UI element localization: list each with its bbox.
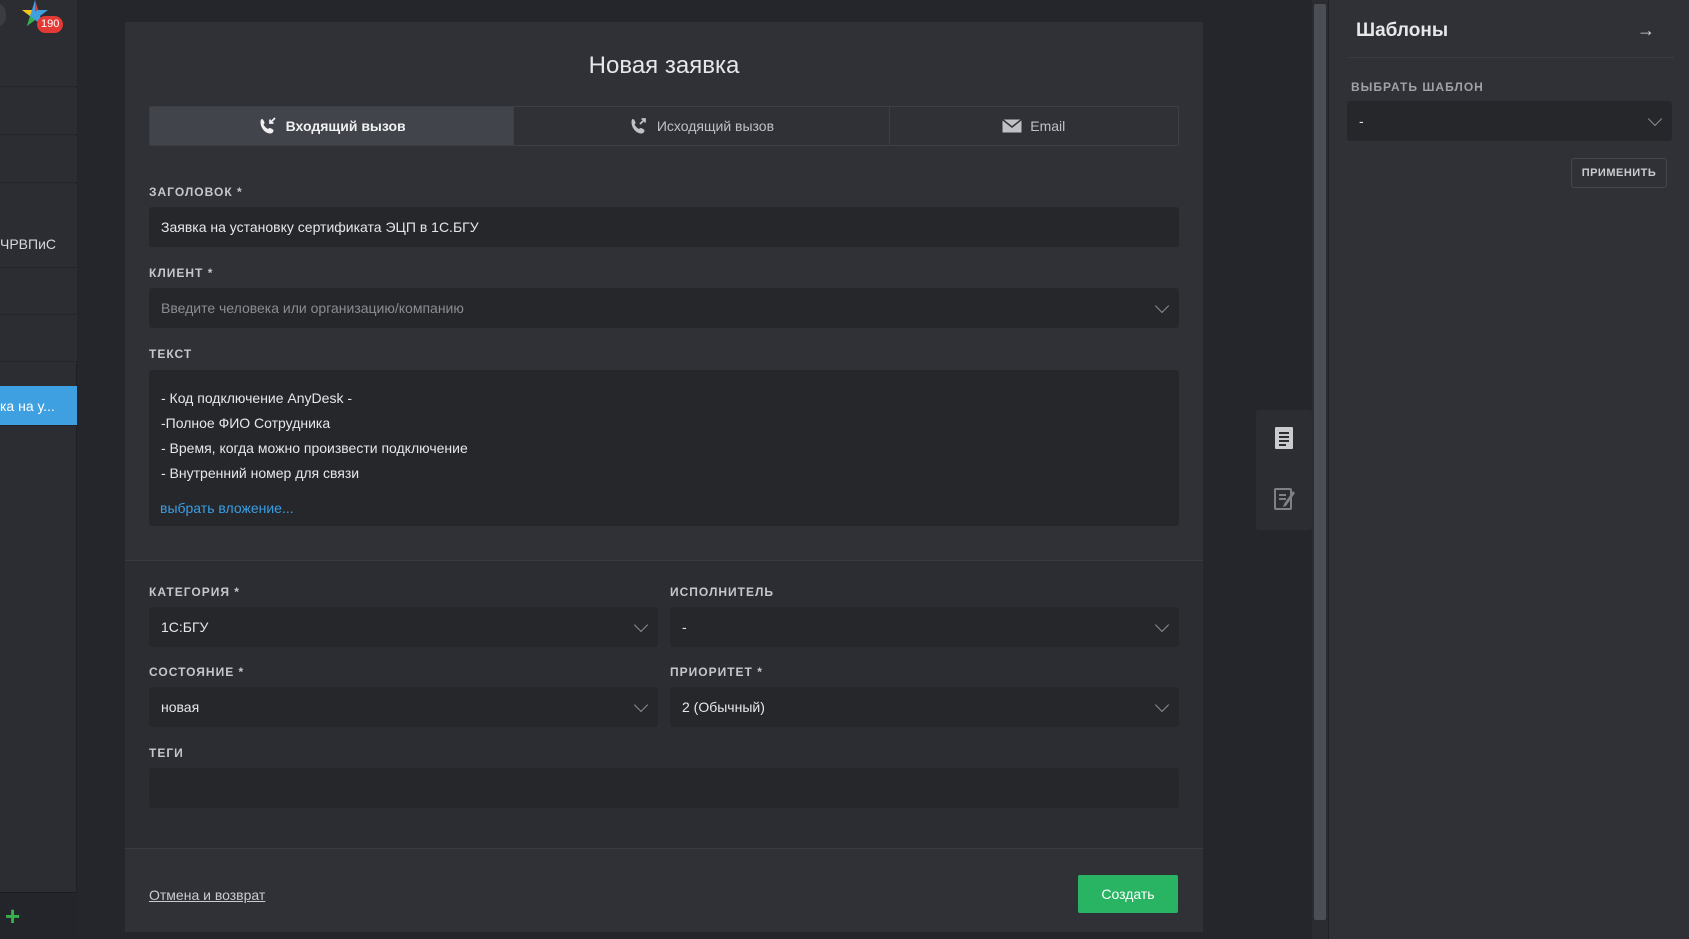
chevron-down-icon xyxy=(1154,298,1170,314)
arrow-right-icon[interactable]: → xyxy=(1637,20,1655,41)
scrollbar[interactable] xyxy=(1312,0,1328,939)
assignee-label: ИСПОЛНИТЕЛЬ xyxy=(670,585,775,599)
phone-incoming-icon xyxy=(260,117,276,134)
channel-tabs: Входящий вызов Исходящий вызов Email xyxy=(149,106,1179,146)
text-line: - Внутренний номер для связи xyxy=(161,465,360,481)
tab-incoming-call[interactable]: Входящий вызов xyxy=(150,107,515,145)
tab-email-label: Email xyxy=(1030,118,1066,134)
assignee-select[interactable]: - xyxy=(670,607,1179,647)
nav-item[interactable] xyxy=(0,40,77,87)
document-icon[interactable] xyxy=(1271,425,1297,451)
title-input-value: Заявка на установку сертификата ЭЦП в 1С… xyxy=(161,219,479,235)
chevron-down-icon xyxy=(1154,617,1170,633)
phone-outgoing-icon xyxy=(631,118,646,134)
nav-item-label: ка на у... xyxy=(0,398,55,414)
chevron-down-icon xyxy=(1647,111,1663,127)
nav-bottom-bar: + xyxy=(0,892,77,939)
priority-label: ПРИОРИТЕТ * xyxy=(670,665,763,679)
tab-outgoing-label: Исходящий вызов xyxy=(656,118,775,134)
client-label: КЛИЕНТ * xyxy=(149,266,214,280)
priority-value: 2 (Обычный) xyxy=(682,699,765,715)
text-label: ТЕКСТ xyxy=(149,347,193,361)
nav-logo[interactable]: 190 xyxy=(0,0,77,40)
state-label: СОСТОЯНИЕ * xyxy=(149,665,245,679)
dialog-properties-section: КАТЕГОРИЯ * 1С:БГУ ИСПОЛНИТЕЛЬ - СОСТОЯН… xyxy=(125,560,1203,848)
tab-outgoing-call[interactable]: Исходящий вызов xyxy=(514,107,890,145)
create-button[interactable]: Создать xyxy=(1078,875,1178,913)
note-edit-icon[interactable] xyxy=(1271,485,1297,511)
tags-input[interactable] xyxy=(149,768,1179,808)
nav-item-active-ticket[interactable]: ка на у... xyxy=(0,386,77,426)
cancel-link[interactable]: Отмена и возврат xyxy=(149,887,265,903)
nav-item[interactable] xyxy=(0,88,77,135)
category-value: 1С:БГУ xyxy=(161,619,209,635)
templates-panel: Шаблоны → ВЫБРАТЬ ШАБЛОН - ПРИМЕНИТЬ xyxy=(1328,0,1689,939)
title-label: ЗАГОЛОВОК * xyxy=(149,185,243,199)
assignee-value: - xyxy=(682,619,687,635)
state-value: новая xyxy=(161,699,200,715)
plus-icon[interactable]: + xyxy=(5,903,20,929)
notification-badge[interactable]: 190 xyxy=(37,16,64,33)
nav-item-label: ЧРВПиС xyxy=(0,236,56,252)
text-textarea[interactable]: - Код подключение AnyDesk - -Полное ФИО … xyxy=(149,370,1179,526)
tab-email[interactable]: Email xyxy=(889,107,1178,145)
priority-select[interactable]: 2 (Обычный) xyxy=(670,687,1179,727)
scrollbar-thumb[interactable] xyxy=(1314,4,1326,920)
left-nav: 190 ЧРВПиС ка на у... + xyxy=(0,0,77,939)
tags-label: ТЕГИ xyxy=(149,746,184,760)
side-tools xyxy=(1256,410,1312,530)
envelope-icon xyxy=(1002,119,1023,133)
templates-title: Шаблоны xyxy=(1356,20,1449,41)
text-line: -Полное ФИО Сотрудника xyxy=(161,415,331,431)
new-ticket-dialog: Новая заявка Входящий вызов Исходящий вы… xyxy=(125,22,1203,932)
nav-item-chrvpis[interactable]: ЧРВПиС xyxy=(0,221,77,268)
nav-item[interactable] xyxy=(0,315,77,362)
dialog-title: Новая заявка xyxy=(588,52,740,79)
category-select[interactable]: 1С:БГУ xyxy=(149,607,658,647)
dialog-footer: Отмена и возврат Создать xyxy=(125,848,1203,932)
template-select[interactable]: - xyxy=(1347,101,1672,141)
chevron-down-icon xyxy=(1154,697,1170,713)
text-line: - Время, когда можно произвести подключе… xyxy=(161,440,468,456)
state-select[interactable]: новая xyxy=(149,687,658,727)
nav-dot xyxy=(0,4,6,26)
title-input[interactable]: Заявка на установку сертификата ЭЦП в 1С… xyxy=(149,207,1179,247)
tab-incoming-label: Входящий вызов xyxy=(285,118,406,134)
dialog-main-section: Новая заявка Входящий вызов Исходящий вы… xyxy=(125,22,1203,560)
apply-template-button[interactable]: ПРИМЕНИТЬ xyxy=(1571,158,1667,188)
client-placeholder: Введите человека или организацию/компани… xyxy=(161,300,464,316)
attach-file-link[interactable]: выбрать вложение... xyxy=(160,500,294,516)
chevron-down-icon xyxy=(633,697,649,713)
select-template-label: ВЫБРАТЬ ШАБЛОН xyxy=(1351,80,1484,94)
template-select-value: - xyxy=(1359,113,1364,129)
client-select[interactable]: Введите человека или организацию/компани… xyxy=(149,288,1179,328)
chevron-down-icon xyxy=(633,617,649,633)
text-line: - Код подключение AnyDesk - xyxy=(161,390,352,406)
nav-item[interactable] xyxy=(0,136,77,183)
divider xyxy=(1349,57,1674,58)
category-label: КАТЕГОРИЯ * xyxy=(149,585,240,599)
nav-item[interactable] xyxy=(0,268,77,315)
